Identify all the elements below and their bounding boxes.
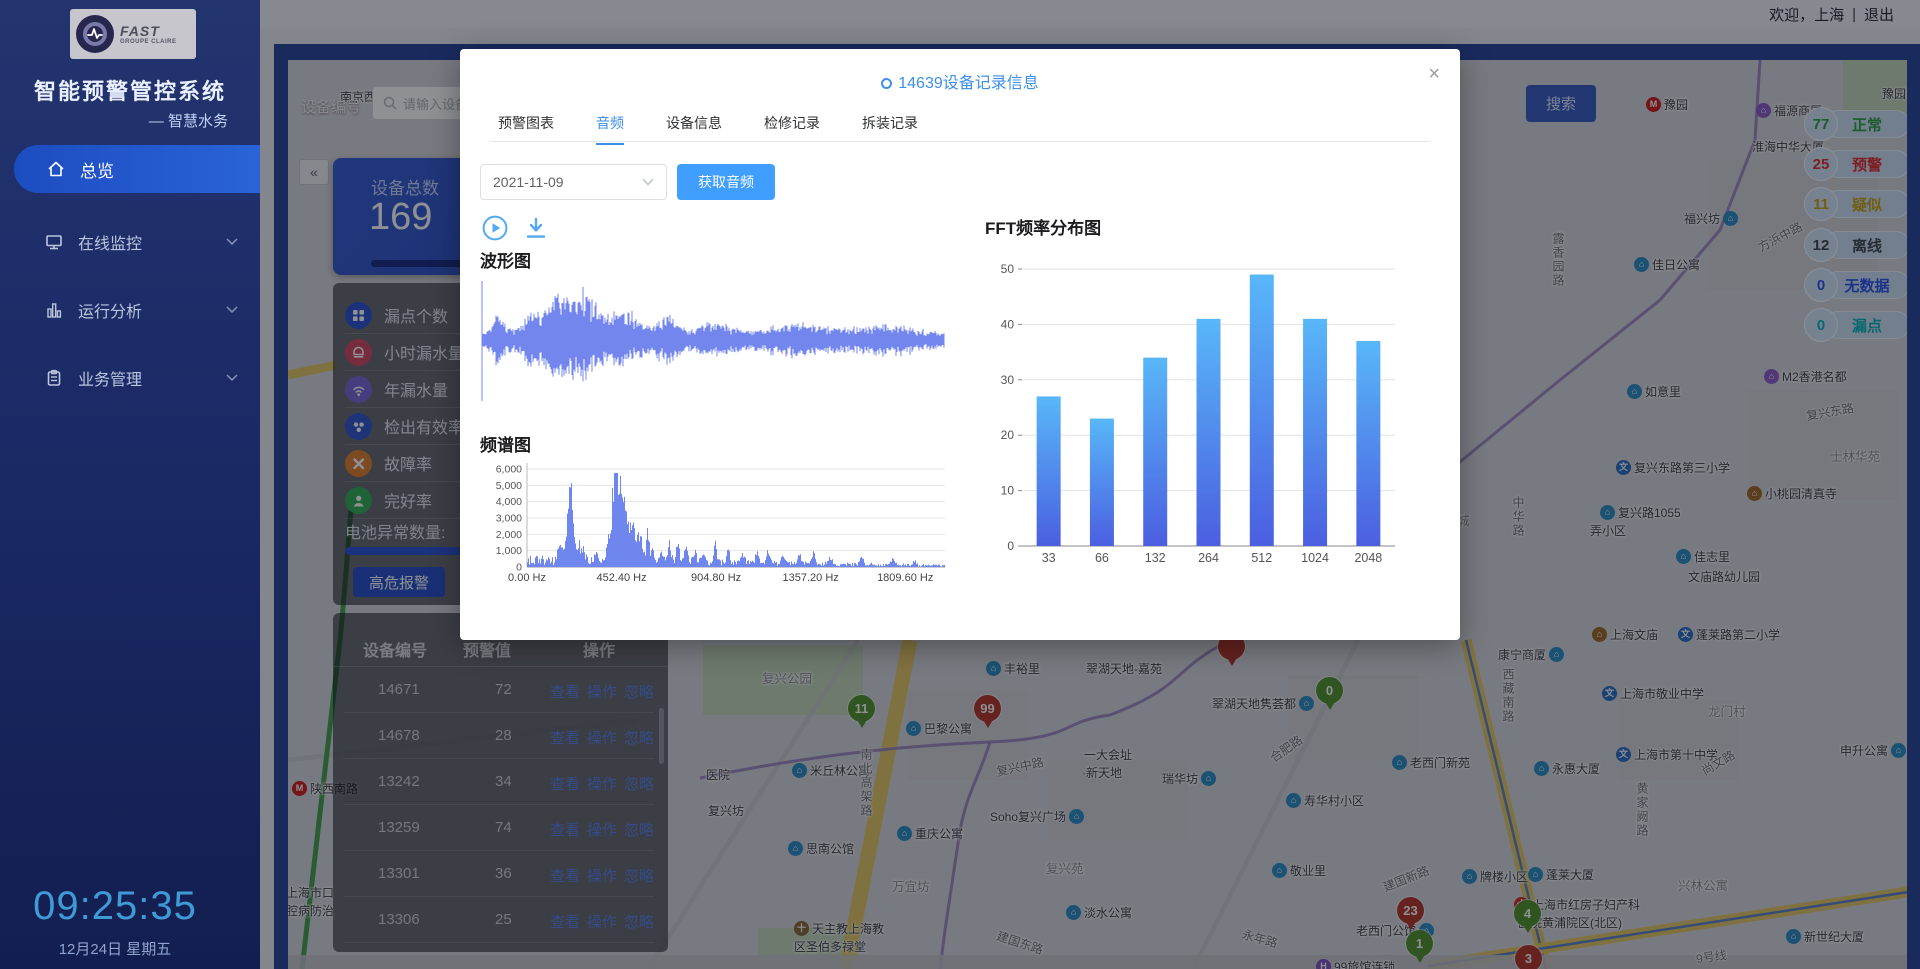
chevron-down-icon [226,374,238,382]
clipboard-icon [44,368,64,388]
sidebar-item-label: 业务管理 [78,366,142,390]
svg-text:1809.60 Hz: 1809.60 Hz [877,572,933,584]
svg-text:904.80 Hz: 904.80 Hz [691,572,741,584]
svg-text:10: 10 [1001,484,1015,498]
sidebar-item-1[interactable]: 总览 [14,145,260,193]
home-icon [46,159,66,179]
sidebar-item-4[interactable]: 业务管理 [0,354,260,402]
download-audio-icon[interactable] [524,216,548,240]
clock-time: 09:25:35 [0,884,230,929]
svg-text:4,000: 4,000 [496,496,522,508]
sidebar-item-label: 总览 [80,157,114,182]
sidebar-item-3[interactable]: 运行分析 [0,286,260,334]
chevron-down-icon [226,238,238,246]
app-subtitle: — 智慧水务 [149,110,228,131]
record-circle-icon [881,78,892,89]
modal-title: 14639设备记录信息 [460,69,1460,93]
play-audio-icon[interactable] [482,215,508,241]
spectrum-title: 频谱图 [480,431,531,456]
svg-text:1357.20 Hz: 1357.20 Hz [783,572,839,584]
svg-text:3,000: 3,000 [496,513,522,525]
device-record-modal: 14639设备记录信息 × 预警图表音频设备信息检修记录拆装记录 2021-11… [460,49,1460,640]
tabs-divider [490,141,1430,142]
svg-text:1024: 1024 [1301,551,1329,565]
svg-text:452.40 Hz: 452.40 Hz [596,572,646,584]
svg-text:0.00 Hz: 0.00 Hz [508,572,546,584]
svg-text:1,000: 1,000 [496,545,522,557]
svg-text:50: 50 [1001,262,1015,276]
svg-text:30: 30 [1001,373,1015,387]
sidebar-item-2[interactable]: 在线监控 [0,218,260,266]
svg-text:20: 20 [1001,428,1015,442]
audio-date-select[interactable]: 2021-11-09 [480,164,667,200]
svg-text:2,000: 2,000 [496,529,522,541]
chart-icon [44,300,64,320]
svg-text:264: 264 [1198,551,1219,565]
svg-text:2048: 2048 [1354,551,1382,565]
app-root: 欢迎，上海 | 退出 [0,0,1920,969]
fft-title: FFT频率分布图 [985,214,1101,239]
svg-text:33: 33 [1042,551,1056,565]
sidebar-item-label: 在线监控 [78,230,142,254]
svg-text:512: 512 [1251,551,1272,565]
clock-date: 12月24日 星期五 [0,938,230,959]
brand-logo: FAST GROUPE CLAIRE [70,9,196,59]
svg-text:132: 132 [1145,551,1166,565]
fetch-audio-button[interactable]: 获取音频 [677,164,775,200]
svg-text:6,000: 6,000 [496,464,522,476]
sidebar: FAST GROUPE CLAIRE 智能预警管控系统 — 智慧水务 总览在线监… [0,0,260,969]
close-icon[interactable]: × [1428,63,1440,86]
logo-text: FAST GROUPE CLAIRE [120,23,177,45]
waveform-chart [480,277,945,411]
logo-waveform-icon [76,15,114,53]
chevron-down-icon [226,306,238,314]
spectrum-chart: 01,0002,0003,0004,0005,0006,0000.00 Hz45… [480,457,960,595]
monitor-icon [44,232,64,252]
audio-date-value: 2021-11-09 [493,174,564,190]
svg-text:5,000: 5,000 [496,480,522,492]
chevron-down-icon [642,178,654,186]
waveform-title: 波形图 [480,247,531,272]
svg-text:40: 40 [1001,317,1015,331]
app-title: 智能预警管控系统 [0,74,260,106]
svg-text:0: 0 [1007,539,1014,553]
svg-text:66: 66 [1095,551,1109,565]
fft-bar-chart: 0 10 20 30 40 50 33 66 132 264 512 1024 2048 [1000,249,1420,579]
sidebar-item-label: 运行分析 [78,298,142,322]
